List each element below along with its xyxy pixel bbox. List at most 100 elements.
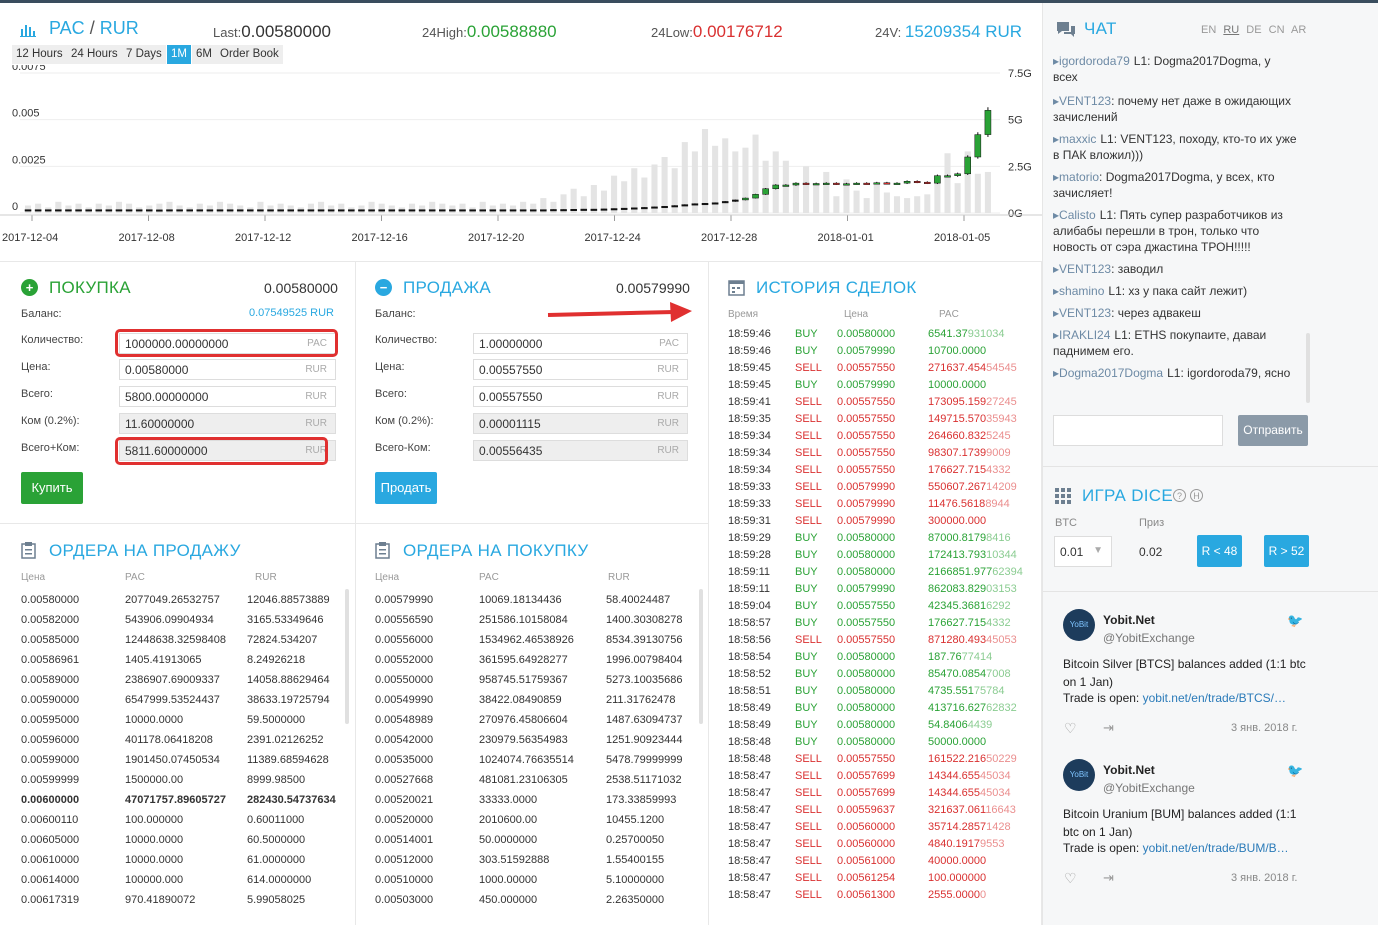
order-row[interactable]: 0.00589000 2386907.69009337 14058.88629464	[0, 674, 345, 690]
tweet-handle[interactable]: @YobitExchange	[1103, 781, 1195, 795]
order-row[interactable]: 0.00585000 12448638.32598408 72824.534207	[0, 634, 345, 650]
order-row[interactable]: 0.00550000 958745.51759367 5273.10035686	[356, 674, 699, 690]
sell-orders-scrollbar[interactable]	[345, 589, 349, 724]
tweet-link[interactable]: yobit.net/en/trade/BUM/B…	[1143, 841, 1289, 855]
chat-username[interactable]: VENT123	[1059, 262, 1111, 276]
order-price: 0.00596000	[21, 734, 80, 746]
sell-qty-input[interactable]: 1.00000000 PAC	[473, 333, 688, 354]
chat-username[interactable]: VENT123	[1059, 94, 1111, 108]
chat-username[interactable]: shamino	[1059, 284, 1104, 298]
order-row[interactable]: 0.00514001 50.0000000 0.25700050	[356, 834, 699, 850]
order-row[interactable]: 0.00582000 543906.09904934 3165.53349646	[0, 614, 345, 630]
sell-price-input[interactable]: 0.00557550 RUR	[473, 359, 688, 380]
lang-cn[interactable]: CN	[1269, 24, 1285, 36]
order-row[interactable]: 0.00590000 6547999.53524437 38633.19725794	[0, 694, 345, 710]
lang-ru[interactable]: RU	[1223, 24, 1239, 36]
avatar[interactable]: YoBit	[1063, 609, 1095, 641]
order-pac: 481081.23106305	[479, 774, 568, 786]
order-row[interactable]: 0.00527668 481081.23106305 2538.51171032	[356, 774, 699, 790]
order-row[interactable]: 0.00535000 1024074.76635514 5478.79999999	[356, 754, 699, 770]
dice-high-button[interactable]: R > 52	[1264, 535, 1309, 567]
timeframe-6m[interactable]: 6M	[192, 45, 216, 64]
tweet-author[interactable]: Yobit.Net	[1103, 613, 1155, 627]
order-row[interactable]: 0.00599999 1500000.00 8999.98500	[0, 774, 345, 790]
order-row[interactable]: 0.00556000 1534962.46538926 8534.39130756	[356, 634, 699, 650]
share-icon[interactable]: ⇥	[1103, 720, 1114, 736]
lang-en[interactable]: EN	[1201, 24, 1216, 36]
heart-icon[interactable]: ♡	[1064, 870, 1077, 887]
history-icon[interactable]: H	[1190, 489, 1203, 502]
tweet-date[interactable]: 3 янв. 2018 г.	[1231, 722, 1297, 734]
order-row[interactable]: 0.00512000 303.51592888 1.55400155	[356, 854, 699, 870]
buy-total-input[interactable]: 5800.00000000 RUR	[119, 386, 336, 407]
chat-username[interactable]: IRAKLI24	[1059, 328, 1110, 342]
tweet-handle[interactable]: @YobitExchange	[1103, 631, 1195, 645]
chat-username[interactable]: VENT123	[1059, 306, 1111, 320]
buy-button[interactable]: Купить	[21, 472, 83, 504]
order-row[interactable]: 0.00600110 100.000000 0.60011000	[0, 814, 345, 830]
price-chart[interactable]: 0.0075 0.005 0.0025 0 7.5G 5G 2.5G 0G 2017-12-04…	[0, 65, 1042, 247]
timeframe-24h[interactable]: 24 Hours	[67, 45, 122, 64]
trade-amount-main: 98307.1739	[928, 447, 987, 459]
chat-send-button[interactable]: Отправить	[1238, 415, 1308, 446]
order-row[interactable]: 0.00599000 1901450.07450534 11389.68594628	[0, 754, 345, 770]
order-row[interactable]: 0.00548989 270976.45806604 1487.63094737	[356, 714, 699, 730]
buy-orders-scrollbar[interactable]	[699, 589, 703, 724]
candle-body	[944, 175, 951, 178]
order-row[interactable]: 0.00586961 1405.41913065 8.24926218	[0, 654, 345, 670]
sell-total-input[interactable]: 0.00557550 RUR	[473, 386, 688, 407]
chat-scrollbar[interactable]	[1306, 333, 1310, 403]
lang-ar[interactable]: AR	[1291, 24, 1306, 36]
trade-amount-main: 35714.2857	[928, 821, 987, 833]
volume-bar	[328, 205, 335, 213]
chat-username[interactable]: Calisto	[1059, 208, 1096, 222]
chat-username[interactable]: Dogma2017Dogma	[1059, 366, 1163, 380]
order-row[interactable]: 0.00617319 970.41890072 5.99058025	[0, 894, 345, 910]
chat-lang-switch[interactable]: EN RU DE CN AR	[1201, 24, 1306, 36]
buy-orders-panel: ОРДЕРА НА ПОКУПКУ Цена PAC RUR 0.0057999…	[356, 523, 709, 925]
help-icon[interactable]: ?	[1173, 489, 1186, 502]
lang-de[interactable]: DE	[1246, 24, 1261, 36]
timeframe-12h[interactable]: 12 Hours	[12, 45, 67, 64]
order-row[interactable]: 0.00520021 33333.0000 173.33859993	[356, 794, 699, 810]
chat-username[interactable]: igordoroda79	[1059, 54, 1130, 68]
tweet-link[interactable]: yobit.net/en/trade/BTCS/…	[1143, 691, 1286, 705]
dice-low-button[interactable]: R < 48	[1197, 535, 1242, 567]
dice-bet-select[interactable]: 0.01 ▼	[1054, 536, 1112, 567]
candle-body	[701, 203, 709, 206]
buy-price-input[interactable]: 0.00580000 RUR	[119, 359, 336, 380]
order-row[interactable]: 0.00610000 10000.0000 61.0000000	[0, 854, 345, 870]
order-row[interactable]: 0.00552000 361595.64928277 1996.00798404	[356, 654, 699, 670]
order-row[interactable]: 0.00579990 10069.18134436 58.40024487	[356, 594, 699, 610]
order-row[interactable]: 0.00520000 2010600.00 10455.1200	[356, 814, 699, 830]
order-row[interactable]: 0.00510000 1000.00000 5.10000000	[356, 874, 699, 890]
timeframe-7d[interactable]: 7 Days	[122, 45, 166, 64]
order-pac: 47071757.89605727	[125, 794, 226, 806]
order-row[interactable]: 0.00542000 230979.56354983 1251.90923444	[356, 734, 699, 750]
trade-amount: 4735.55175784	[928, 685, 1004, 697]
tweet-date[interactable]: 3 янв. 2018 г.	[1231, 872, 1297, 884]
pair-title[interactable]: PAC / RUR	[49, 18, 139, 39]
heart-icon[interactable]: ♡	[1064, 720, 1077, 737]
sell-button[interactable]: Продать	[375, 472, 437, 504]
chat-message-input[interactable]	[1053, 415, 1223, 446]
order-book-tab[interactable]: Order Book	[216, 45, 283, 64]
trade-amount: 300000.000	[928, 515, 986, 527]
order-row[interactable]: 0.00596000 401178.06418208 2391.02126252	[0, 734, 345, 750]
buy-balance-value[interactable]: 0.07549525 RUR	[249, 307, 334, 319]
order-row[interactable]: 0.00595000 10000.0000 59.5000000	[0, 714, 345, 730]
order-row[interactable]: 0.00600000 47071757.89605727 282430.547376…	[0, 794, 345, 810]
tweet-author[interactable]: Yobit.Net	[1103, 763, 1155, 777]
order-row[interactable]: 0.00549990 38422.08490859 211.31762478	[356, 694, 699, 710]
chat-username[interactable]: maxxic	[1059, 132, 1096, 146]
order-row[interactable]: 0.00605000 10000.0000 60.5000000	[0, 834, 345, 850]
order-row[interactable]: 0.00580000 2077049.26532757 12046.88573889	[0, 594, 345, 610]
order-row[interactable]: 0.00556590 251586.10158084 1400.30308278	[356, 614, 699, 630]
chat-username[interactable]: matorio	[1059, 170, 1099, 184]
share-icon[interactable]: ⇥	[1103, 870, 1114, 886]
candle-body	[560, 209, 567, 212]
order-row[interactable]: 0.00503000 450.000000 2.26350000	[356, 894, 699, 910]
order-row[interactable]: 0.00614000 100000.000 614.0000000	[0, 874, 345, 890]
timeframe-1m[interactable]: 1M	[167, 45, 191, 64]
avatar[interactable]: YoBit	[1063, 759, 1095, 791]
